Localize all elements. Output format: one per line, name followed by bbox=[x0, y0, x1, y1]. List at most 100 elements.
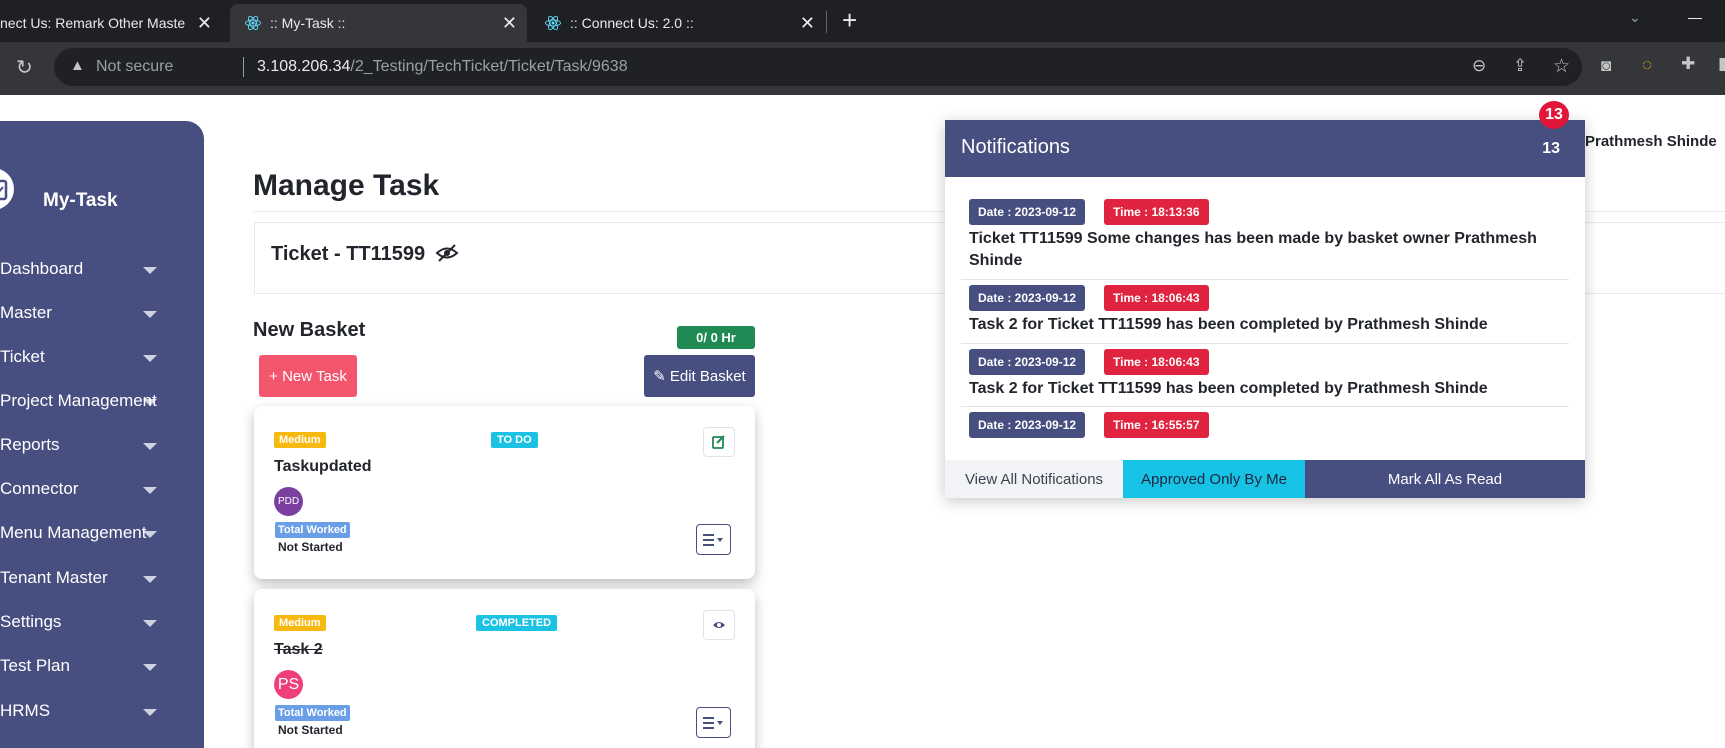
task-menu-button[interactable] bbox=[696, 707, 731, 738]
notifications-dropdown: Notifications 13 Date : 2023-09-12 Time … bbox=[945, 120, 1585, 498]
total-worked-badge: Total Worked bbox=[275, 705, 350, 721]
sidebar-item-ticket[interactable]: Ticket bbox=[0, 347, 160, 367]
browser-tab[interactable]: :: Connect Us: 2.0 :: ✕ bbox=[530, 4, 825, 42]
chevron-down-icon bbox=[143, 443, 157, 450]
task-card[interactable]: Medium TO DO Taskupdated PDD Total Worke… bbox=[254, 406, 755, 579]
omnibox[interactable]: ▲ Not secure 3.108.206.34/2_Testing/Tech… bbox=[54, 48, 1582, 86]
zoom-out-icon[interactable]: ⊖ bbox=[1472, 56, 1486, 76]
minimize-icon[interactable] bbox=[1688, 18, 1702, 19]
sidebar-item-hrms[interactable]: HRMS bbox=[0, 701, 160, 721]
divider bbox=[961, 406, 1569, 407]
chevron-down-icon bbox=[143, 355, 157, 362]
task-card[interactable]: Medium COMPLETED Task 2 PS Total Worked … bbox=[254, 589, 755, 748]
url-path: /2_Testing/TechTicket/Ticket/Task/9638 bbox=[350, 58, 628, 75]
sidebar-item-menu-management[interactable]: Menu Management bbox=[0, 523, 160, 543]
eye-slash-icon[interactable] bbox=[435, 243, 459, 263]
ticket-label: Ticket - TT11599 bbox=[271, 243, 426, 265]
avatar: PDD bbox=[274, 487, 303, 516]
notification-message: Task 2 for Ticket TT11599 has been compl… bbox=[969, 316, 1488, 333]
sidebar: My-Task Dashboard Master Ticket Project … bbox=[0, 121, 204, 748]
work-status: Not Started bbox=[278, 723, 343, 737]
notifications-footer: View All Notifications Approved Only By … bbox=[945, 460, 1585, 498]
chevron-down-icon bbox=[143, 399, 157, 406]
edit-basket-label: Edit Basket bbox=[669, 367, 746, 385]
puzzle-extensions-icon[interactable]: ✚ bbox=[1681, 54, 1695, 74]
work-status: Not Started bbox=[278, 540, 343, 554]
chevron-down-icon bbox=[143, 620, 157, 627]
task-menu-button[interactable] bbox=[696, 524, 731, 555]
notification-date: Date : 2023-09-12 bbox=[969, 349, 1086, 375]
chevron-down-icon bbox=[143, 576, 157, 583]
basket-title: New Basket bbox=[253, 319, 366, 341]
tab-title: :: Connect Us: 2.0 :: bbox=[570, 15, 694, 31]
react-icon bbox=[545, 15, 561, 31]
sidebar-item-dashboard[interactable]: Dashboard bbox=[0, 259, 160, 279]
page-title: Manage Task bbox=[253, 169, 440, 202]
brand-logo-icon bbox=[0, 168, 14, 210]
chevron-down-icon bbox=[143, 311, 157, 318]
notification-message: Task 2 for Ticket TT11599 has been compl… bbox=[969, 380, 1488, 397]
new-tab-button[interactable]: + bbox=[842, 5, 857, 36]
basket-hours-badge: 0/ 0 Hr bbox=[677, 326, 755, 349]
mark-all-as-read-button[interactable]: Mark All As Read bbox=[1305, 460, 1585, 498]
lens-extension-icon[interactable]: ◌ bbox=[1642, 55, 1652, 75]
close-tab-icon[interactable]: ✕ bbox=[197, 13, 212, 34]
avatar: PS bbox=[274, 670, 303, 699]
notification-time: Time : 18:06:43 bbox=[1104, 349, 1209, 375]
edit-task-button[interactable] bbox=[703, 427, 735, 457]
view-all-notifications-button[interactable]: View All Notifications bbox=[945, 460, 1123, 498]
sidebar-item-tenant-master[interactable]: Tenant Master bbox=[0, 568, 160, 588]
sidebar-item-test-plan[interactable]: Test Plan bbox=[0, 656, 160, 676]
sidebar-item-settings[interactable]: Settings bbox=[0, 612, 160, 632]
camera-extension-icon[interactable]: ◙ bbox=[1601, 56, 1611, 76]
user-name[interactable]: Prathmesh Shinde bbox=[1585, 133, 1717, 150]
edit-basket-button[interactable]: ✎ Edit Basket bbox=[644, 355, 755, 397]
url-text[interactable]: 3.108.206.34/2_Testing/TechTicket/Ticket… bbox=[257, 58, 628, 76]
notifications-count: 13 bbox=[1542, 140, 1560, 157]
task-title[interactable]: Task 2 bbox=[274, 641, 323, 659]
close-tab-icon[interactable]: ✕ bbox=[502, 13, 517, 34]
tab-search-icon[interactable]: ⌄ bbox=[1629, 9, 1641, 26]
sidebar-item-master[interactable]: Master bbox=[0, 303, 160, 323]
list-dropdown-icon bbox=[702, 533, 723, 546]
eye-icon bbox=[713, 622, 725, 628]
divider bbox=[961, 343, 1569, 344]
notification-time: Time : 18:06:43 bbox=[1104, 285, 1209, 311]
notifications-header: Notifications 13 bbox=[945, 120, 1585, 177]
view-task-button[interactable] bbox=[703, 610, 735, 640]
bookmark-star-icon[interactable]: ☆ bbox=[1553, 55, 1570, 78]
notification-date: Date : 2023-09-12 bbox=[969, 412, 1086, 438]
chevron-down-icon bbox=[143, 709, 157, 716]
reload-icon[interactable]: ↻ bbox=[16, 55, 33, 80]
browser-address-bar: ↻ ▲ Not secure 3.108.206.34/2_Testing/Te… bbox=[0, 42, 1725, 95]
notification-message: Ticket TT11599 Some changes has been mad… bbox=[969, 230, 1537, 269]
warning-icon: ▲ bbox=[70, 57, 85, 74]
status-badge: COMPLETED bbox=[476, 615, 558, 631]
notification-time: Time : 16:55:57 bbox=[1104, 412, 1209, 438]
sidebar-item-connector[interactable]: Connector bbox=[0, 479, 160, 499]
tab-title: :: My-Task :: bbox=[270, 15, 346, 31]
close-tab-icon[interactable]: ✕ bbox=[800, 13, 815, 34]
notification-time: Time : 18:13:36 bbox=[1104, 199, 1209, 225]
priority-badge: Medium bbox=[274, 615, 326, 631]
tab-title: nect Us: Remark Other Maste bbox=[0, 15, 186, 31]
chevron-down-icon bbox=[143, 267, 157, 274]
list-dropdown-icon bbox=[702, 716, 723, 729]
url-host: 3.108.206.34 bbox=[257, 58, 351, 75]
approved-only-by-me-button[interactable]: Approved Only By Me bbox=[1123, 460, 1305, 498]
notification-bell-badge[interactable]: 13 bbox=[1539, 101, 1569, 129]
new-task-button[interactable]: + New Task bbox=[259, 355, 357, 397]
browser-tab[interactable]: nect Us: Remark Other Maste ✕ bbox=[0, 4, 222, 42]
chevron-down-icon bbox=[143, 487, 157, 494]
react-icon bbox=[245, 15, 261, 31]
brand-name[interactable]: My-Task bbox=[43, 190, 118, 212]
tab-divider bbox=[826, 11, 827, 33]
browser-tab-active[interactable]: :: My-Task :: ✕ bbox=[230, 4, 527, 42]
browser-tab-bar: nect Us: Remark Other Maste ✕ :: My-Task… bbox=[0, 0, 1725, 42]
sidebar-item-reports[interactable]: Reports bbox=[0, 435, 160, 455]
task-title[interactable]: Taskupdated bbox=[274, 458, 372, 476]
sidebar-item-project-management[interactable]: Project Management bbox=[0, 391, 160, 411]
notifications-title: Notifications bbox=[961, 136, 1070, 158]
share-icon[interactable]: ⇪ bbox=[1513, 56, 1527, 76]
sidepanel-icon[interactable]: ▮ bbox=[1718, 54, 1725, 74]
